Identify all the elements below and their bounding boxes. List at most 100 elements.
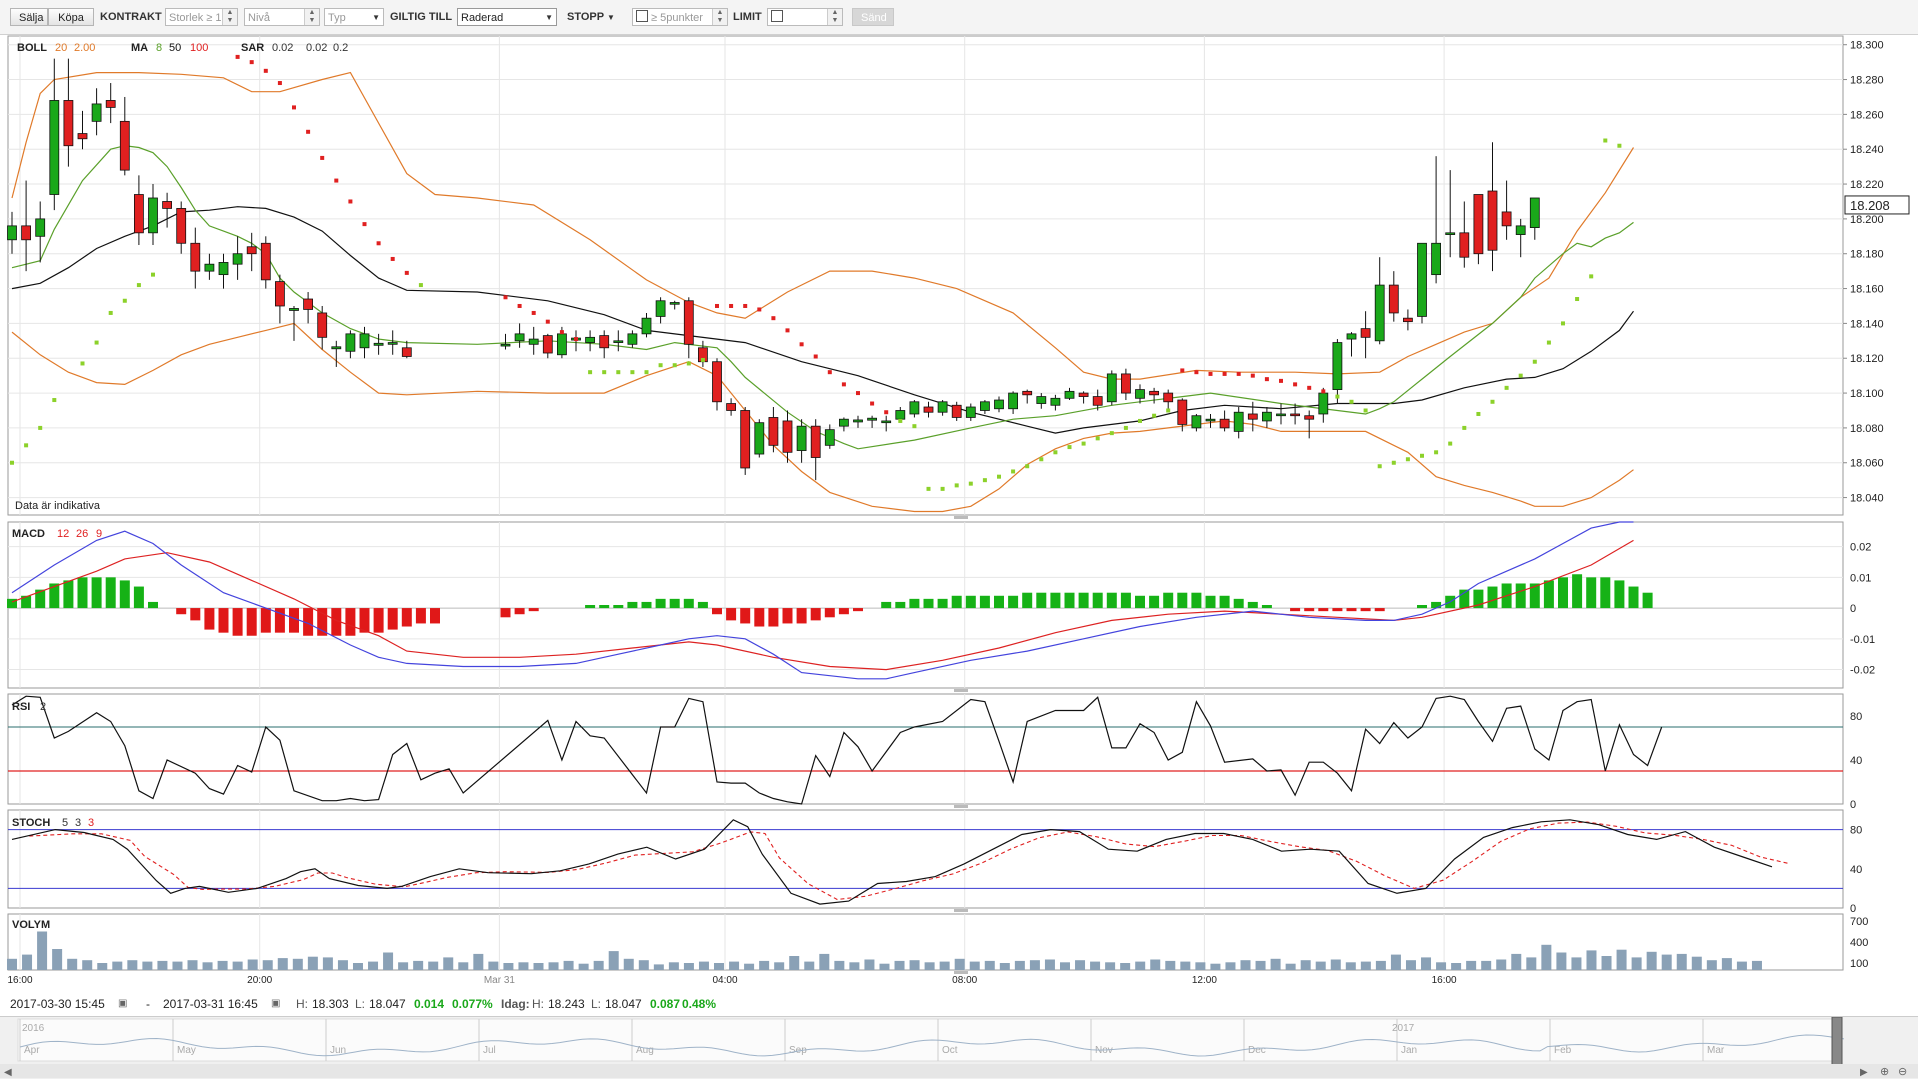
candle-up	[853, 419, 863, 423]
candle-up	[500, 343, 511, 347]
parabolic-sar-dot	[249, 60, 254, 65]
candle-down	[810, 425, 821, 458]
parabolic-sar-dot	[52, 398, 57, 403]
price-chart[interactable]: 16:00 20:00 Mar 31 04:00 08:00 12:00 16:00 18.0…	[0, 0, 1918, 1078]
date-from[interactable]: 2017-03-30 15:45	[10, 994, 105, 1014]
volume-bar	[533, 963, 544, 970]
parabolic-sar-dot	[1053, 450, 1058, 455]
parabolic-sar-dot	[418, 283, 423, 288]
macd-histogram-bar-positive	[613, 605, 624, 609]
volume-bar	[1315, 961, 1326, 970]
legend-volume-name: VOLYM	[12, 919, 50, 931]
calendar-icon[interactable]: ▣	[271, 994, 280, 1014]
candle-down	[21, 225, 32, 241]
macd-histogram-bar-negative	[500, 608, 511, 618]
volume-bar	[518, 962, 529, 970]
candle-up	[655, 300, 666, 317]
candle-up	[148, 197, 158, 234]
candle-down	[176, 208, 187, 244]
panel-resize-handle	[954, 971, 968, 974]
parabolic-sar-dot	[1434, 450, 1439, 455]
volume-bar	[819, 953, 830, 970]
candle-down	[303, 298, 314, 310]
volume-bar	[1571, 957, 1582, 970]
macd-histogram-bar-positive	[979, 595, 990, 609]
candle-down	[782, 420, 793, 453]
candle-up	[1374, 284, 1385, 342]
macd-histogram-bar-positive	[881, 601, 892, 609]
parabolic-sar-dot	[870, 401, 875, 406]
volume-bar	[1691, 956, 1702, 970]
parabolic-sar-dot	[1462, 425, 1467, 430]
volume-bar	[1375, 960, 1386, 970]
candle-down	[1304, 415, 1315, 420]
parabolic-sar-dot	[292, 105, 296, 110]
macd-histogram-bar-negative	[740, 608, 751, 624]
date-to[interactable]: 2017-03-31 16:45	[163, 994, 258, 1014]
parabolic-sar-dot	[1589, 274, 1594, 279]
volume-bar	[352, 963, 363, 970]
stoch-axis-tick-label: 80	[1850, 825, 1862, 837]
legend-macd-fast: 12	[57, 528, 69, 540]
parabolic-sar-dot	[1575, 297, 1580, 302]
volume-bar	[443, 957, 454, 970]
candle-up	[91, 103, 102, 122]
candle-down	[1092, 396, 1103, 406]
parabolic-sar-dot	[348, 199, 353, 204]
today-change-percent: 0.48%	[682, 997, 717, 1011]
legend-ma-fast: 8	[156, 42, 162, 54]
volume-bar	[1541, 944, 1552, 970]
parabolic-sar-dot	[982, 478, 987, 483]
volume-bar	[1195, 962, 1206, 970]
high-value: 18.303	[312, 997, 349, 1011]
navigator-scrollbar	[0, 1064, 1918, 1078]
calendar-icon[interactable]: ▣	[118, 994, 127, 1014]
macd-histogram-bar-negative	[401, 608, 412, 627]
candle-up	[528, 338, 539, 345]
macd-histogram-bar-positive	[105, 577, 116, 609]
legend-macd-signal: 9	[96, 528, 102, 540]
legend-stoch-name: STOCH	[12, 817, 50, 829]
parabolic-sar-dot	[856, 391, 860, 396]
macd-histogram-bar-positive	[1614, 580, 1625, 609]
time-navigator[interactable]: Apr May Jun Jul Aug Sep Oct Nov Dec Jan Feb Mar 2016…	[0, 1016, 1918, 1079]
macd-histogram-bar-negative	[754, 608, 765, 627]
candle-up	[1346, 333, 1357, 340]
parabolic-sar-dot	[1420, 453, 1424, 458]
volume-bar	[1496, 959, 1507, 970]
volume-bar	[247, 959, 258, 970]
volume-bar	[1736, 961, 1747, 970]
volume-bar	[1556, 952, 1567, 970]
parabolic-sar-dot	[531, 310, 536, 315]
macd-histogram-bar-positive	[1135, 595, 1145, 609]
parabolic-sar-dot	[1561, 321, 1565, 326]
stoch-axis-tick-label: 0	[1850, 903, 1856, 915]
volume-bar	[52, 949, 63, 970]
macd-histogram-bar-positive	[965, 595, 976, 609]
macd-histogram-bar-positive	[1205, 595, 1216, 609]
parabolic-sar-dot	[715, 303, 719, 308]
volume-bar	[774, 962, 785, 970]
parabolic-sar-dot	[630, 370, 635, 375]
candle-up	[909, 401, 920, 415]
macd-histogram-bar-negative	[782, 608, 793, 624]
navigator-month-label: Mar	[1707, 1045, 1725, 1056]
parabolic-sar-dot	[1532, 359, 1537, 364]
macd-histogram-bar-positive	[119, 580, 130, 609]
parabolic-sar-dot	[320, 155, 325, 160]
candle-down	[1163, 392, 1174, 403]
volume-bar	[142, 961, 153, 970]
parabolic-sar-dot	[545, 319, 550, 324]
volume-bar	[984, 960, 995, 970]
parabolic-sar-dot	[193, 251, 198, 256]
candle-down	[951, 404, 962, 418]
navigator-overview[interactable]: Apr May Jun Jul Aug Sep Oct Nov Dec Jan Feb Mar2016…	[0, 1017, 1918, 1079]
price-axis-tick-label: 18.140	[1850, 318, 1884, 330]
parabolic-sar-dot	[1448, 441, 1453, 446]
macd-histogram-bar-negative	[317, 608, 328, 636]
candle-up	[994, 399, 1004, 410]
candle-up	[1064, 390, 1075, 399]
candle-down	[599, 335, 610, 349]
candle-up	[641, 317, 652, 335]
candle-up	[514, 333, 525, 342]
